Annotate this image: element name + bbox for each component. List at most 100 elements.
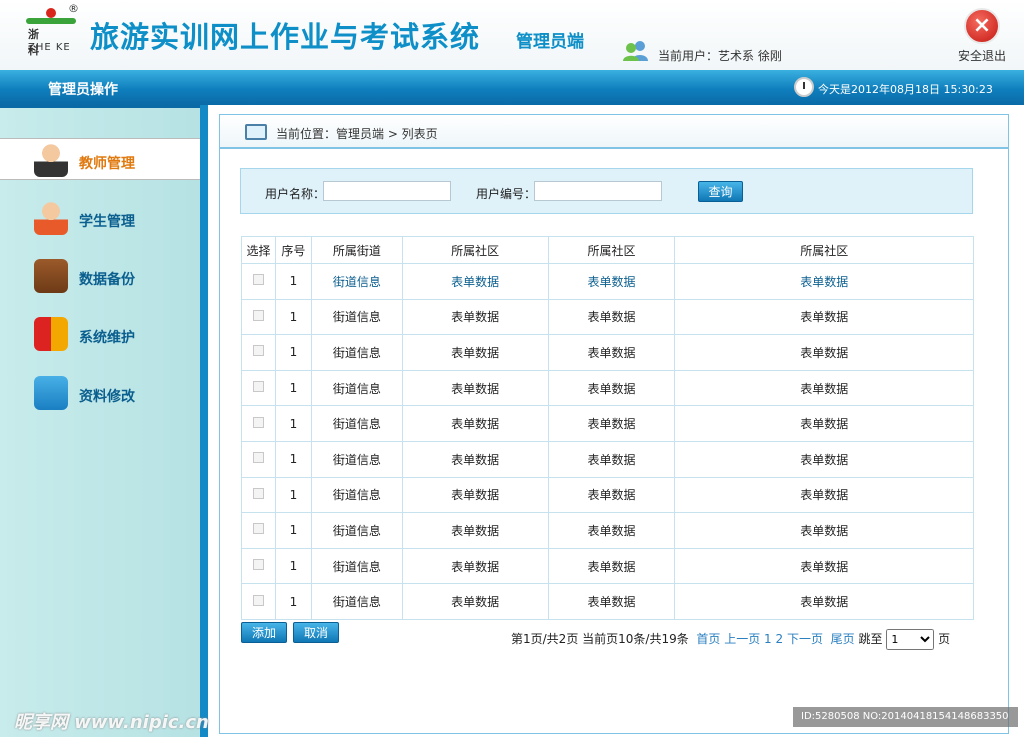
nav-title: 管理员操作 (48, 82, 118, 98)
logout-button[interactable]: × 安全退出 (955, 8, 1009, 64)
table-row: 1 街道信息 表单数据 表单数据 表单数据 (241, 263, 974, 300)
row-community: 表单数据 (401, 547, 549, 585)
table-row: 1 街道信息 表单数据 表单数据 表单数据 (241, 298, 974, 336)
pagination: 第1页/共2页 当前页10条/共19条 首页 上一页 1 2 下一页 尾页 跳至… (511, 629, 950, 650)
row-street: 街道信息 (310, 369, 403, 407)
sidebar-item-label: 数据备份 (79, 272, 135, 288)
row-index: 1 (274, 263, 312, 300)
clock-icon (794, 77, 814, 97)
data-table: 选择 序号 所属街道 所属社区 所属社区 所属社区 1 街道信息 表单数据 表单数据表… (241, 236, 974, 620)
id-card-icon (34, 376, 68, 410)
row-community[interactable]: 表单数据 (401, 263, 549, 300)
jump-label: 跳至 (858, 632, 883, 646)
current-date: 今天是2012年08月18日 15:30:23 (818, 83, 993, 96)
header-street: 所属街道 (310, 236, 403, 264)
row-street: 街道信息 (310, 405, 403, 442)
row-checkbox[interactable] (252, 309, 264, 321)
row-community: 表单数据 (401, 405, 549, 442)
userid-input[interactable] (534, 181, 662, 201)
last-page-link[interactable]: 尾页 (831, 632, 855, 646)
system-subtitle: 管理员端 (516, 32, 584, 52)
row-checkbox[interactable] (252, 559, 264, 571)
table-row: 1 街道信息 表单数据 表单数据 表单数据 (241, 440, 974, 478)
page-jump-select[interactable]: 1 (886, 629, 935, 650)
username-input[interactable] (323, 181, 451, 201)
row-community: 表单数据 (674, 476, 974, 514)
watermark-left: 昵享网 www.nipic.cn (14, 712, 209, 733)
row-street: 街道信息 (310, 334, 403, 371)
table-row: 1 街道信息 表单数据 表单数据 表单数据 (241, 512, 974, 549)
row-community: 表单数据 (547, 512, 676, 549)
sidebar-item-student[interactable]: 学生管理 (0, 197, 200, 239)
logo: ® 浙 科 ZHE KE (22, 2, 80, 57)
add-button[interactable]: 添加 (241, 622, 287, 643)
query-button[interactable]: 查询 (698, 181, 743, 202)
briefcase-icon (34, 259, 68, 293)
logo-leaf (26, 18, 76, 24)
row-select-cell (241, 547, 276, 585)
row-select-cell (241, 476, 276, 514)
sidebar-item-label: 学生管理 (79, 214, 135, 230)
row-checkbox[interactable] (252, 416, 264, 428)
row-community: 表单数据 (674, 369, 974, 407)
sidebar: 教师管理 学生管理 数据备份 系统维护 资料修改 (0, 105, 200, 737)
sidebar-item-teacher[interactable]: 教师管理 (0, 138, 200, 180)
row-checkbox[interactable] (252, 345, 264, 357)
prev-page-link[interactable]: 上一页 (724, 632, 760, 646)
row-index: 1 (274, 298, 312, 336)
current-user: 当前用户：艺术系 徐刚 (658, 49, 782, 63)
nav-bar: 管理员操作 今天是2012年08月18日 15:30:23 (0, 70, 1024, 105)
header: ® 浙 科 ZHE KE 旅游实训网上作业与考试系统 管理员端 当前用户：艺术系… (0, 0, 1024, 70)
row-community: 表单数据 (547, 583, 676, 620)
page-summary: 第1页/共2页 当前页10条/共19条 (511, 632, 689, 646)
page-1-link[interactable]: 1 (764, 632, 772, 646)
row-community: 表单数据 (401, 334, 549, 371)
row-select-cell (241, 405, 276, 442)
sidebar-item-backup[interactable]: 数据备份 (0, 255, 200, 297)
row-community: 表单数据 (674, 547, 974, 585)
row-community: 表单数据 (547, 334, 676, 371)
row-checkbox[interactable] (252, 381, 264, 393)
table-row: 1 街道信息 表单数据 表单数据 表单数据 (241, 405, 974, 442)
row-community: 表单数据 (401, 298, 549, 336)
row-checkbox[interactable] (252, 594, 264, 606)
breadcrumb: 当前位置：管理员端 > 列表页 (276, 127, 438, 141)
sidebar-item-label: 教师管理 (79, 156, 135, 172)
page-suffix: 页 (938, 632, 951, 646)
row-community[interactable]: 表单数据 (547, 263, 676, 300)
header-community: 所属社区 (547, 236, 676, 264)
sidebar-item-label: 资料修改 (79, 389, 135, 405)
users-icon (623, 41, 648, 61)
student-icon (34, 201, 68, 235)
row-checkbox[interactable] (252, 487, 264, 499)
page-2-link[interactable]: 2 (776, 632, 784, 646)
table-row: 1 街道信息 表单数据 表单数据 表单数据 (241, 369, 974, 407)
first-page-link[interactable]: 首页 (696, 632, 720, 646)
sidebar-item-system[interactable]: 系统维护 (0, 313, 200, 355)
row-street: 街道信息 (310, 476, 403, 514)
row-checkbox[interactable] (252, 523, 264, 535)
row-index: 1 (274, 405, 312, 442)
row-checkbox[interactable] (252, 274, 264, 286)
username-label: 用户名称： (265, 187, 326, 201)
next-page-link[interactable]: 下一页 (787, 632, 823, 646)
row-community: 表单数据 (547, 547, 676, 585)
row-community: 表单数据 (401, 440, 549, 478)
table-row: 1 街道信息 表单数据 表单数据 表单数据 (241, 547, 974, 585)
main-panel: 当前位置：管理员端 > 列表页 用户名称： 用户编号： 查询 选择 序号 所属街… (219, 114, 1009, 734)
breadcrumb-bar: 当前位置：管理员端 > 列表页 (220, 115, 1008, 149)
cancel-button[interactable]: 取消 (293, 622, 339, 643)
row-community: 表单数据 (547, 298, 676, 336)
teacher-icon (34, 143, 68, 177)
table-header-row: 选择 序号 所属街道 所属社区 所属社区 所属社区 (241, 236, 974, 264)
header-community: 所属社区 (674, 236, 974, 264)
row-select-cell (241, 583, 276, 620)
logo-registered-mark: ® (68, 2, 79, 15)
userid-label: 用户编号： (476, 187, 537, 201)
monitor-icon (245, 124, 267, 140)
sidebar-item-profile[interactable]: 资料修改 (0, 372, 200, 414)
row-community[interactable]: 表单数据 (674, 263, 974, 300)
search-panel: 用户名称： 用户编号： 查询 (240, 168, 973, 214)
row-street[interactable]: 街道信息 (310, 263, 403, 300)
row-checkbox[interactable] (252, 452, 264, 464)
